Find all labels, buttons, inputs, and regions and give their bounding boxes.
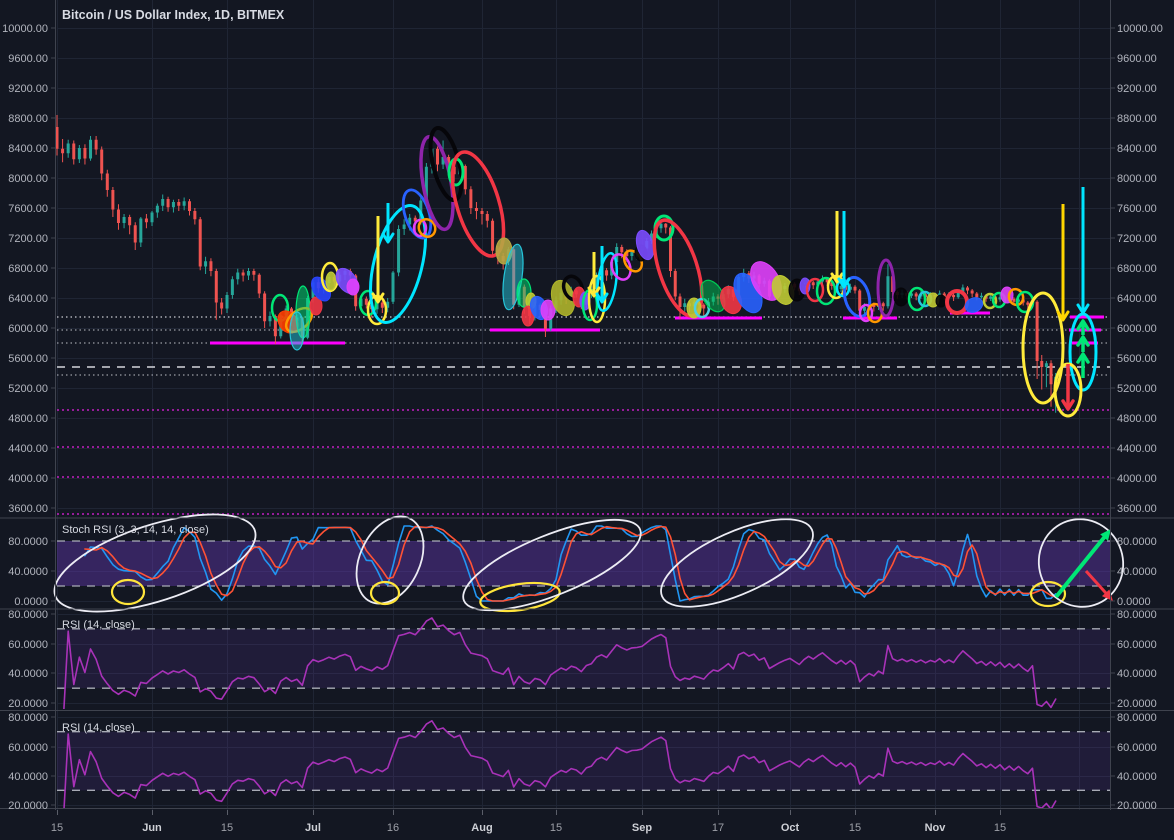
- time-axis-label: Nov: [925, 822, 947, 834]
- price-axis-label: 8800.00: [8, 113, 48, 125]
- price-axis-label: 8000.00: [8, 173, 48, 185]
- price-axis-label: 5200.00: [1117, 383, 1157, 395]
- price-axis-label: 9600.00: [8, 53, 48, 65]
- price-axis-label: 7600.00: [8, 203, 48, 215]
- price-axis-label: 7200.00: [1117, 233, 1157, 245]
- price-axis-label: 4000.00: [1117, 473, 1157, 485]
- rsi2-pane-title: RSI (14, close): [62, 722, 135, 734]
- price-axis-label: 6800.00: [1117, 263, 1157, 275]
- ellipse-annotation[interactable]: [290, 312, 304, 350]
- price-axis-label: 40.0000: [8, 566, 48, 578]
- price-axis-label: 80.0000: [8, 536, 48, 548]
- rsi-pane-title: RSI (14, close): [62, 619, 135, 631]
- price-axis-label: 80.0000: [1117, 609, 1157, 621]
- price-axis-label: 20.0000: [8, 800, 48, 812]
- time-axis-label: Sep: [632, 822, 652, 834]
- price-axis-label: 8400.00: [1117, 143, 1157, 155]
- price-axis-label: 10000.00: [2, 23, 48, 35]
- price-axis-label: 6400.00: [8, 293, 48, 305]
- price-axis-label: 40.0000: [8, 771, 48, 783]
- price-axis-label: 8800.00: [1117, 113, 1157, 125]
- price-axis-label: 0.0000: [1117, 596, 1151, 608]
- price-axis-label: 3600.00: [1117, 503, 1157, 515]
- price-axis-label: 6000.00: [1117, 323, 1157, 335]
- price-axis-label: 4400.00: [8, 443, 48, 455]
- price-axis-label: 20.0000: [8, 698, 48, 710]
- price-axis-label: 20.0000: [1117, 698, 1157, 710]
- time-axis-label: 16: [387, 822, 399, 834]
- price-axis-label: 60.0000: [1117, 639, 1157, 651]
- price-axis-label: 6800.00: [8, 263, 48, 275]
- price-axis-label: 0.0000: [14, 596, 48, 608]
- price-axis-label: 9200.00: [8, 83, 48, 95]
- symbol-title: Bitcoin / US Dollar Index, 1D, BITMEX: [62, 8, 284, 22]
- price-axis-label: 40.0000: [1117, 668, 1157, 680]
- price-axis-label: 8000.00: [1117, 173, 1157, 185]
- time-axis-label: Jul: [305, 822, 321, 834]
- price-axis-label: 4000.00: [8, 473, 48, 485]
- price-axis-label: 4400.00: [1117, 443, 1157, 455]
- time-axis-label: 15: [994, 822, 1006, 834]
- time-axis-label: 15: [221, 822, 233, 834]
- price-axis-label: 4800.00: [8, 413, 48, 425]
- price-axis-label: 60.0000: [1117, 742, 1157, 754]
- price-axis-label: 5200.00: [8, 383, 48, 395]
- price-axis-label: 4800.00: [1117, 413, 1157, 425]
- price-axis-label: 40.0000: [8, 668, 48, 680]
- time-axis-label: Oct: [781, 822, 800, 834]
- price-axis-label: 5600.00: [8, 353, 48, 365]
- time-axis-label: 17: [712, 822, 724, 834]
- time-axis-label: 15: [849, 822, 861, 834]
- price-axis-label: 80.0000: [1117, 712, 1157, 724]
- price-axis-label: 20.0000: [1117, 800, 1157, 812]
- ellipse-annotation[interactable]: [347, 279, 359, 295]
- price-axis-label: 8400.00: [8, 143, 48, 155]
- price-axis-label: 5600.00: [1117, 353, 1157, 365]
- price-axis-label: 9600.00: [1117, 53, 1157, 65]
- price-axis-label: 3600.00: [8, 503, 48, 515]
- price-axis-label: 7600.00: [1117, 203, 1157, 215]
- ellipse-annotation[interactable]: [894, 288, 908, 306]
- time-axis-label: 15: [51, 822, 63, 834]
- price-axis-label: 9200.00: [1117, 83, 1157, 95]
- stoch-rsi-pane-title: Stoch RSI (3, 3, 14, 14, close): [62, 524, 209, 536]
- price-axis-label: 10000.00: [1117, 23, 1163, 35]
- price-axis-label: 6400.00: [1117, 293, 1157, 305]
- price-axis-label: 80.0000: [1117, 536, 1157, 548]
- price-axis-label: 6000.00: [8, 323, 48, 335]
- price-axis-label: 60.0000: [8, 742, 48, 754]
- price-axis-label: 80.0000: [8, 609, 48, 621]
- time-axis-label: Jun: [142, 822, 162, 834]
- price-axis-label: 40.0000: [1117, 771, 1157, 783]
- price-axis-label: 80.0000: [8, 712, 48, 724]
- time-axis-label: Aug: [471, 822, 492, 834]
- time-axis-label: 15: [550, 822, 562, 834]
- price-axis-label: 40.0000: [1117, 566, 1157, 578]
- price-axis-label: 60.0000: [8, 639, 48, 651]
- ellipse-annotation[interactable]: [326, 272, 336, 290]
- chart-window: 10000.00 9600.00 9200.00 8800.00 8400.00 8000…: [0, 0, 1174, 840]
- chart-canvas[interactable]: 10000.00 9600.00 9200.00 8800.00 8400.00 8000…: [0, 0, 1174, 840]
- chart-background: [0, 0, 1174, 840]
- price-axis-label: 7200.00: [8, 233, 48, 245]
- ellipse-annotation[interactable]: [936, 295, 946, 307]
